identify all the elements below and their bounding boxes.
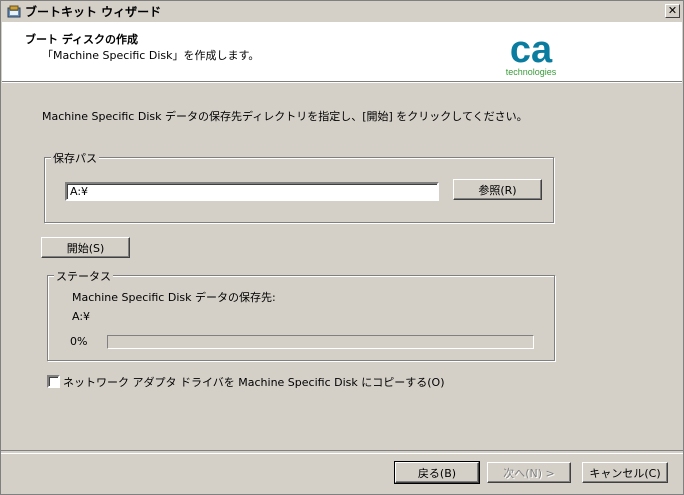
back-button[interactable]: 戻る(B) — [394, 461, 480, 484]
logo-text: technologies — [506, 67, 557, 77]
status-dest-label: Machine Specific Disk データの保存先: — [72, 291, 276, 304]
progress-bar — [107, 335, 534, 349]
copy-driver-label[interactable]: ネットワーク アダプタ ドライバを Machine Specific Disk … — [63, 374, 445, 390]
browse-button[interactable]: 参照(R) — [453, 179, 542, 200]
save-path-input[interactable]: A:¥ — [65, 182, 439, 201]
copy-driver-checkbox[interactable] — [47, 375, 60, 388]
window-title: ブートキット ウィザード — [25, 5, 162, 19]
close-icon: ✕ — [667, 4, 678, 17]
app-icon — [7, 5, 21, 17]
ca-technologies-logo: ca technologies — [506, 29, 557, 77]
save-path-value: A:¥ — [70, 185, 89, 198]
back-button-label: 戻る(B) — [417, 466, 457, 480]
cancel-button[interactable]: キャンセル(C) — [582, 462, 668, 483]
close-button[interactable]: ✕ — [665, 4, 680, 18]
status-group-label: ステータス — [54, 268, 113, 284]
instruction-text: Machine Specific Disk データの保存先ディレクトリを指定し、… — [42, 110, 528, 123]
start-button[interactable]: 開始(S) — [41, 237, 130, 258]
wizard-window: ブートキット ウィザード ✕ ブート ディスクの作成 「Machine Spec… — [0, 0, 684, 495]
page-subtitle: 「Machine Specific Disk」を作成します。 — [42, 49, 260, 62]
page-title: ブート ディスクの作成 — [25, 33, 139, 46]
cancel-button-label: キャンセル(C) — [589, 466, 661, 480]
next-button[interactable]: 次へ(N) > — [487, 462, 571, 483]
progress-percent: 0% — [70, 335, 88, 348]
save-path-group-label: 保存パス — [51, 150, 99, 166]
title-bar[interactable]: ブートキット ウィザード ✕ — [2, 2, 682, 21]
logo-mark: ca — [510, 29, 553, 71]
header-divider — [2, 82, 682, 83]
browse-button-label: 参照(R) — [478, 183, 517, 197]
next-button-label: 次へ(N) > — [503, 466, 555, 480]
start-button-label: 開始(S) — [66, 241, 105, 255]
wizard-header: ブート ディスクの作成 「Machine Specific Disk」を作成しま… — [2, 22, 682, 82]
status-dest-value: A:¥ — [72, 310, 91, 323]
footer-separator — [1, 450, 683, 454]
